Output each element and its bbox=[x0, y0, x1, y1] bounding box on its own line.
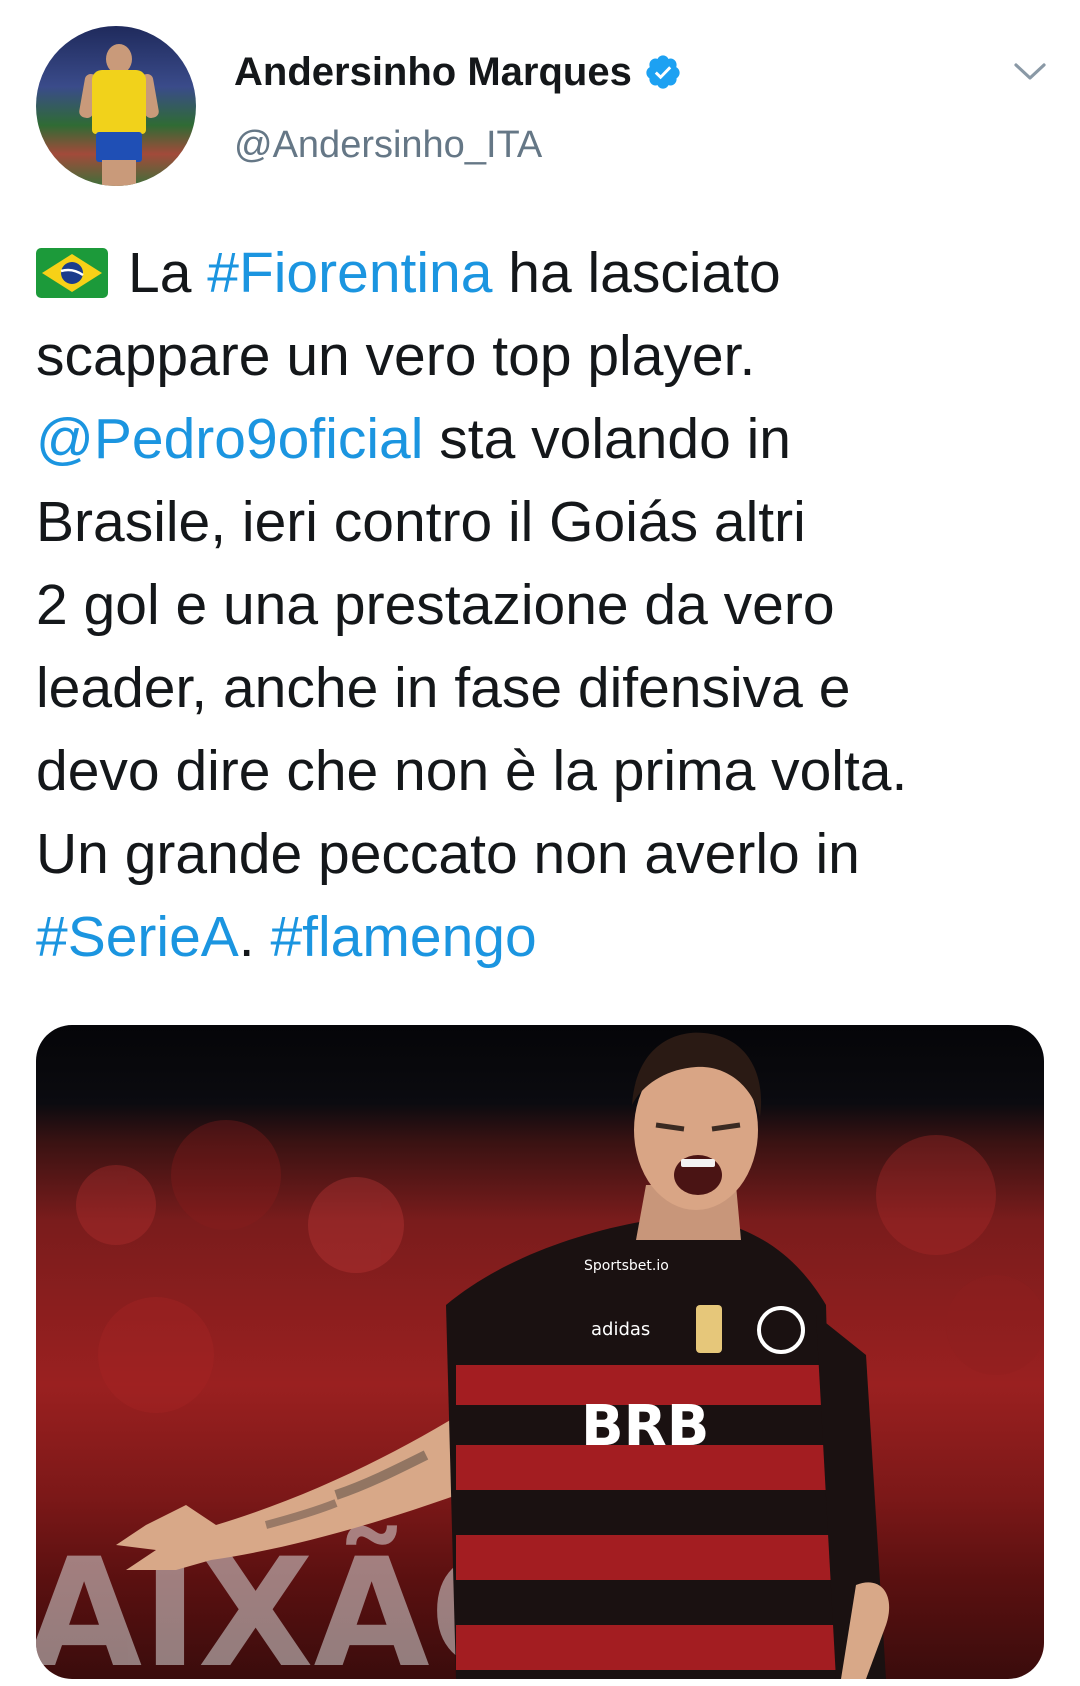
photo-illustration: AIXÃO BRB adidas Sportsbet.io bbox=[36, 1032, 1044, 1679]
jersey-brand-text: adidas bbox=[591, 1319, 650, 1340]
tweet-text-line: leader, anche in fase difensiva e bbox=[36, 647, 1046, 730]
tweet-text-line: #SerieA. #flamengo bbox=[36, 896, 1046, 979]
brazil-flag-icon bbox=[36, 238, 108, 321]
jersey-sponsor-text: BRB bbox=[581, 1394, 710, 1459]
hashtag-link[interactable]: #flamengo bbox=[270, 905, 536, 969]
tweet-menu-button[interactable] bbox=[1008, 52, 1052, 96]
tweet-text-line: scappare un vero top player. bbox=[36, 315, 1046, 398]
tweet-text-line: @Pedro9oficial sta volando in bbox=[36, 398, 1046, 481]
author-handle[interactable]: @Andersinho_ITA bbox=[234, 124, 542, 167]
mention-link[interactable]: @Pedro9oficial bbox=[36, 407, 423, 471]
author-display-name[interactable]: Andersinho Marques bbox=[234, 50, 632, 95]
tweet-text-span: . bbox=[238, 905, 271, 969]
tweet-text-span: sta volando in bbox=[423, 407, 791, 471]
hashtag-link[interactable]: #SerieA bbox=[36, 905, 239, 969]
tweet-text-span: La bbox=[128, 241, 208, 305]
author-name-row: Andersinho Marques bbox=[234, 46, 682, 98]
tweet-media-photo[interactable]: AIXÃO BRB adidas Sportsbet.io bbox=[36, 1025, 1044, 1679]
avatar-figure-shirt bbox=[92, 70, 146, 134]
tweet-text-span: Un grande peccato non averlo in bbox=[36, 822, 860, 886]
tweet-text-line: La #Fiorentina ha lasciato bbox=[36, 232, 1046, 315]
tweet-text-line: Un grande peccato non averlo in bbox=[36, 813, 1046, 896]
tweet-text-line: Brasile, ieri contro il Goiás altri bbox=[36, 481, 1046, 564]
author-avatar[interactable] bbox=[36, 26, 196, 186]
hashtag-link[interactable]: #Fiorentina bbox=[207, 241, 492, 305]
tweet-text-line: devo dire che non è la prima volta. bbox=[36, 730, 1046, 813]
jersey-sleeve-text: Sportsbet.io bbox=[584, 1258, 669, 1274]
tweet-text-span: Brasile, ieri contro il Goiás altri bbox=[36, 490, 806, 554]
avatar-figure-legs bbox=[102, 160, 136, 186]
avatar-figure-shorts bbox=[96, 132, 142, 162]
league-badge bbox=[696, 1305, 722, 1353]
tweet-body: La #Fiorentina ha lasciato scappare un ve… bbox=[36, 232, 1046, 979]
chevron-down-icon bbox=[1013, 61, 1047, 88]
tweet-text-span: 2 gol e una prestazione da vero bbox=[36, 573, 835, 637]
tweet-text-span: ha lasciato bbox=[492, 241, 781, 305]
tweet-text-span: scappare un vero top player. bbox=[36, 324, 756, 388]
tweet-text-span: leader, anche in fase difensiva e bbox=[36, 656, 851, 720]
tweet-text-span: devo dire che non è la prima volta. bbox=[36, 739, 908, 803]
verified-badge-icon bbox=[644, 53, 682, 91]
tweet-text-line: 2 gol e una prestazione da vero bbox=[36, 564, 1046, 647]
